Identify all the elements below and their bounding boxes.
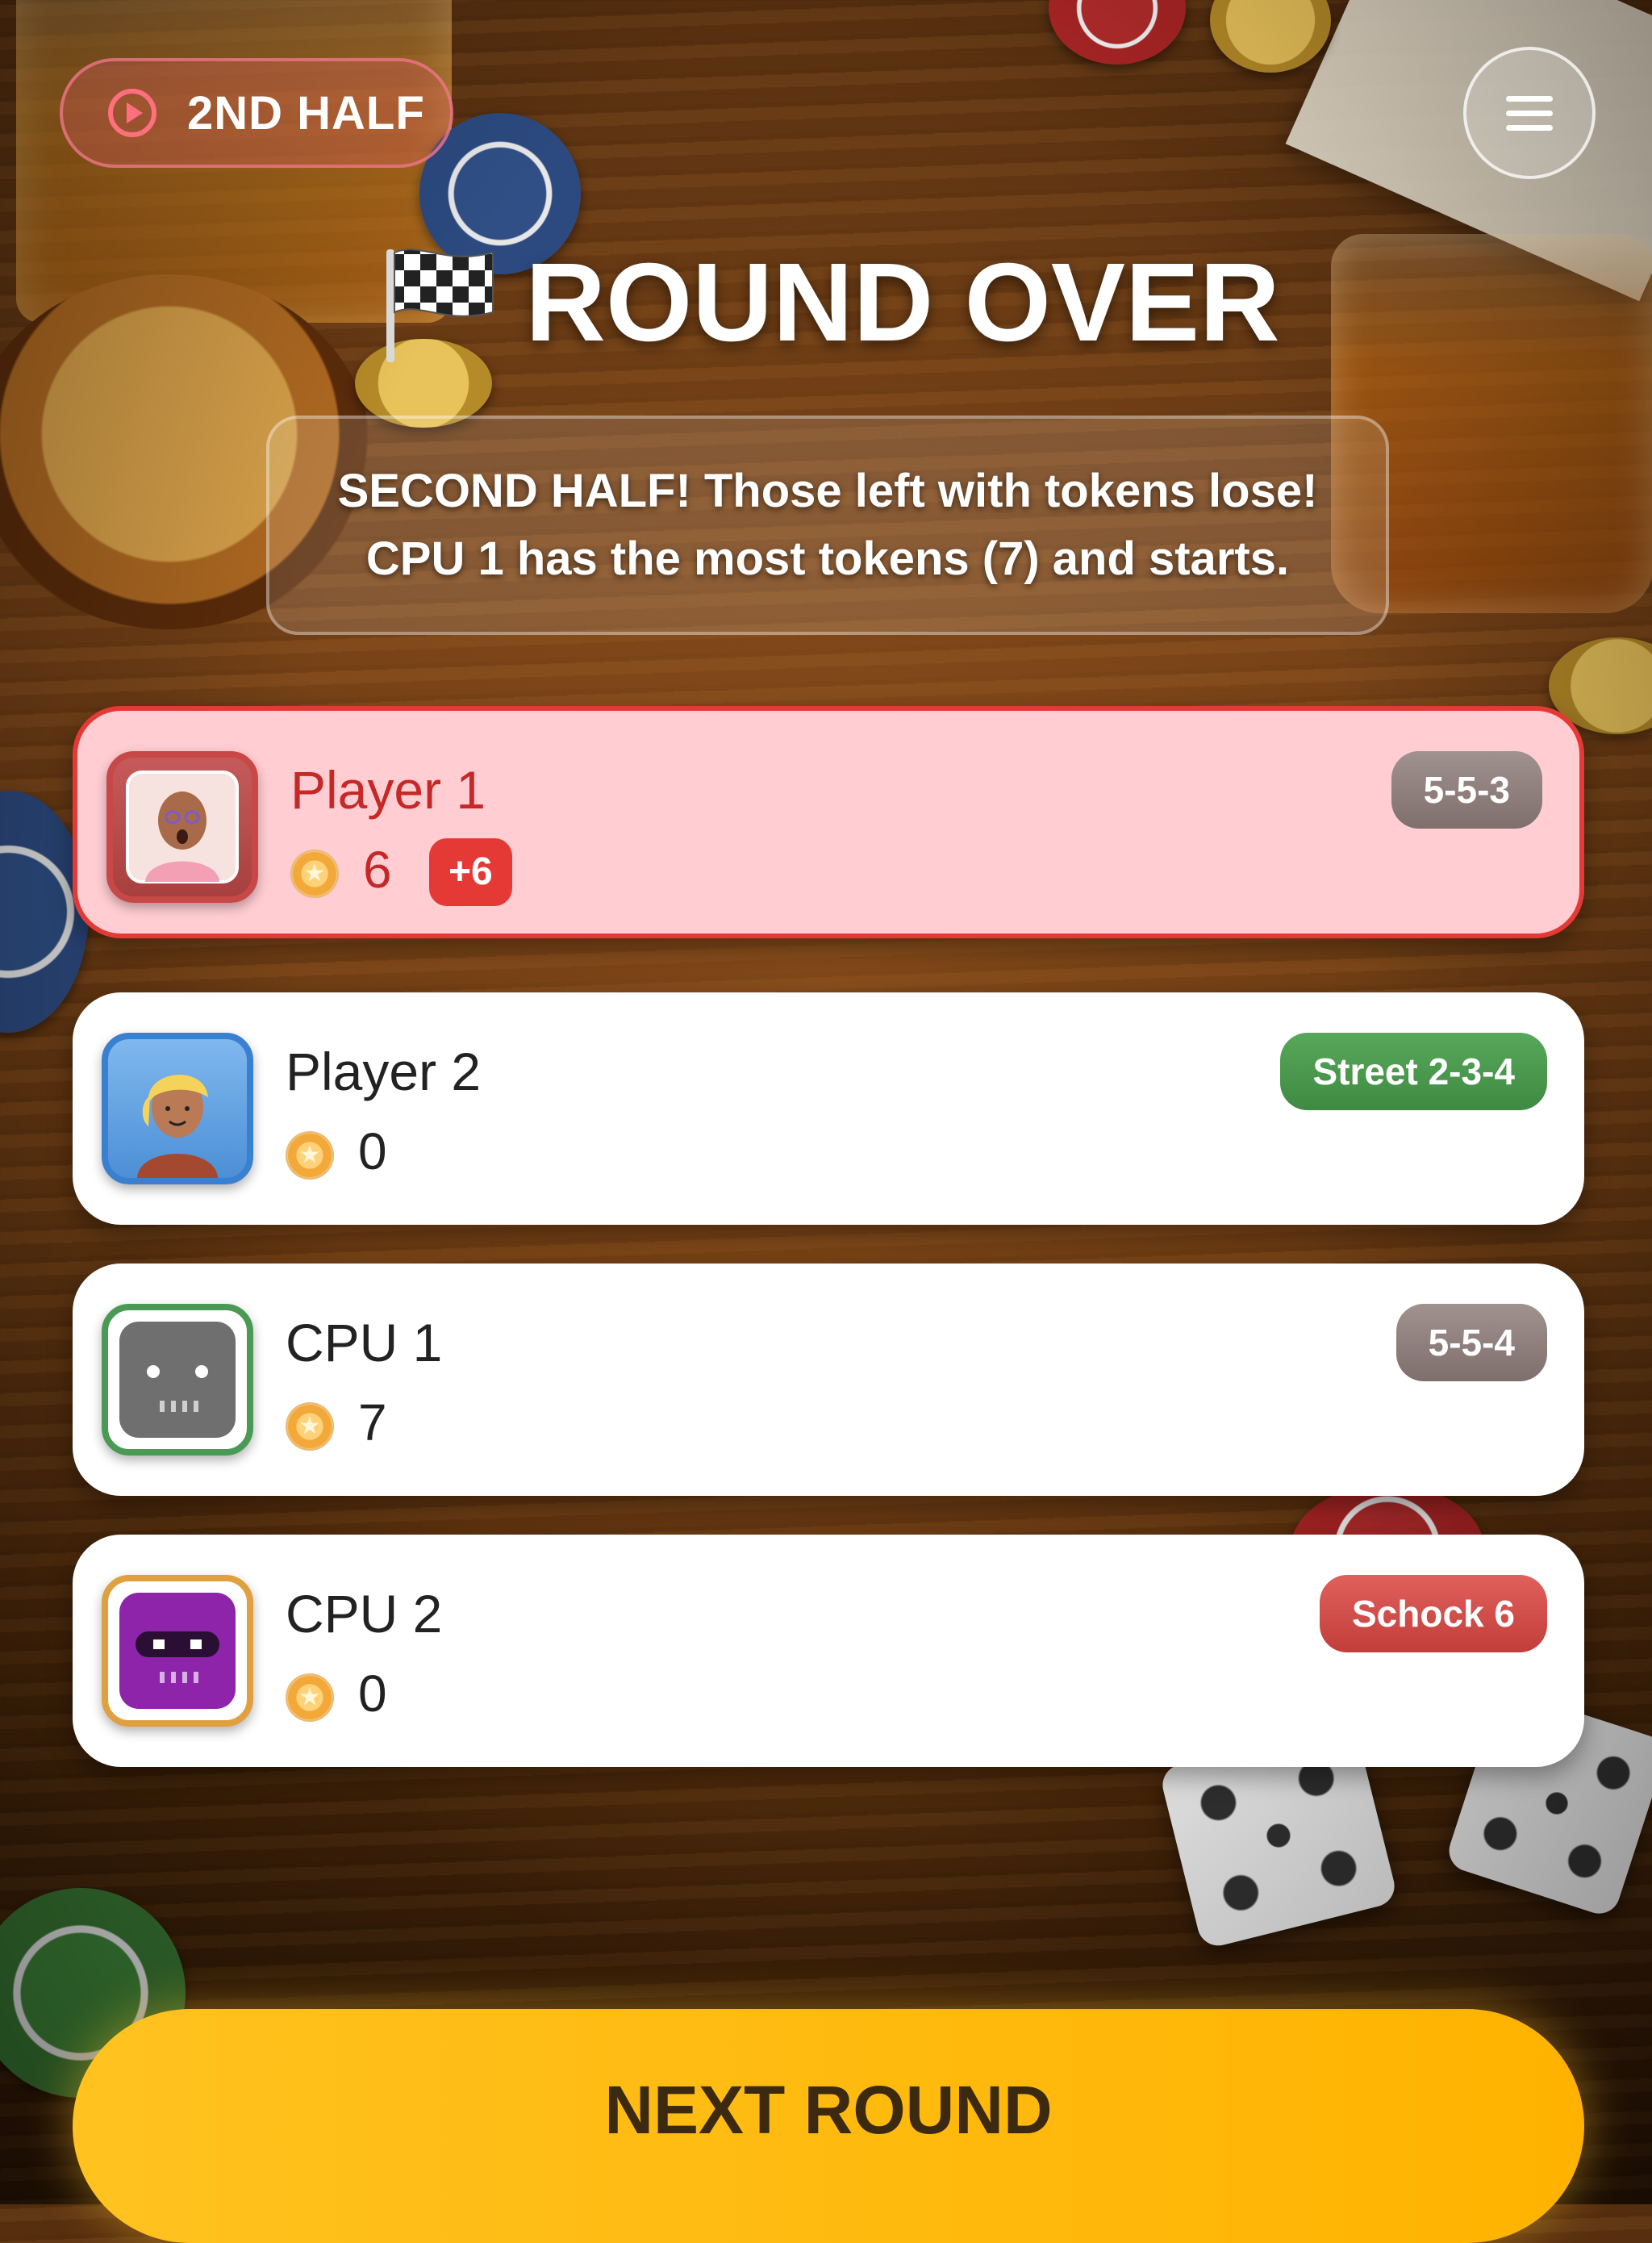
player-name: Player 1	[290, 760, 486, 820]
round-over-title: ROUND OVER	[0, 234, 1652, 371]
player-name: CPU 1	[286, 1313, 443, 1372]
message-line-1: SECOND HALF! Those left with tokens lose…	[337, 465, 1318, 517]
avatar-cpu-2	[102, 1575, 253, 1727]
hamburger-menu-icon	[1506, 95, 1553, 131]
gold-coin-icon	[286, 1402, 334, 1451]
token-count: 6	[363, 841, 392, 899]
half-indicator: 2ND HALF	[60, 58, 453, 168]
robot-avatar-icon	[119, 1322, 236, 1438]
gold-coin-icon	[286, 1673, 334, 1722]
person-avatar-icon	[126, 771, 239, 883]
gold-coin-icon	[286, 1131, 334, 1180]
robot-avatar-icon	[119, 1593, 236, 1709]
hand-badge: 5-5-4	[1395, 1304, 1547, 1381]
hand-badge: 5-5-3	[1391, 751, 1542, 829]
player-card-player-2: Player 2 0 Street 2-3-4	[73, 992, 1584, 1225]
play-circle-icon	[106, 87, 158, 139]
next-round-button[interactable]: NEXT ROUND	[73, 2009, 1584, 2243]
message-line-2: CPU 1 has the most tokens (7) and starts…	[365, 533, 1290, 585]
token-change-badge: +6	[429, 838, 512, 906]
player-card-cpu-2: CPU 2 0 Schock 6	[73, 1535, 1584, 1767]
gold-coin-icon	[290, 850, 339, 898]
avatar-player-1	[106, 751, 258, 903]
hand-badge: Schock 6	[1320, 1575, 1547, 1652]
checkered-flag-icon	[372, 238, 501, 367]
token-count: 0	[358, 1664, 387, 1723]
player-card-cpu-1: CPU 1 7 5-5-4	[73, 1264, 1584, 1496]
title-text: ROUND OVER	[525, 240, 1280, 365]
person-avatar-icon	[137, 1075, 218, 1178]
avatar-player-2	[102, 1033, 253, 1184]
avatar-cpu-1	[102, 1304, 253, 1456]
player-name: CPU 2	[286, 1584, 443, 1644]
player-name: Player 2	[286, 1042, 482, 1101]
menu-button[interactable]	[1463, 47, 1596, 179]
round-message: SECOND HALF! Those left with tokens lose…	[266, 416, 1389, 635]
hand-badge: Street 2-3-4	[1280, 1033, 1547, 1110]
token-count: 0	[358, 1122, 387, 1180]
poker-chip-decoration	[1210, 0, 1331, 73]
half-label: 2ND HALF	[187, 86, 425, 140]
player-card-player-1: Player 1 6 +6 5-5-3	[73, 706, 1584, 938]
token-count: 7	[358, 1393, 387, 1451]
poker-chip-decoration	[1049, 0, 1186, 65]
